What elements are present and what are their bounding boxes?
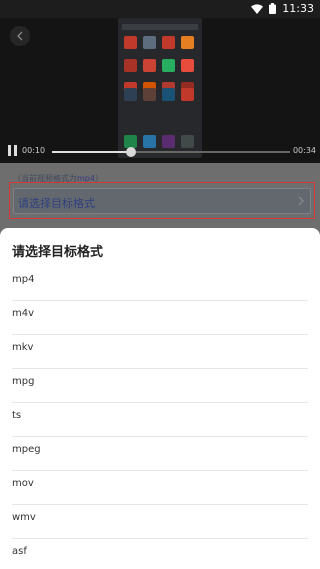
target-format-select[interactable]: 请选择目标格式: [13, 188, 311, 214]
chevron-left-icon: [17, 31, 23, 41]
status-bar: 11:33: [0, 0, 320, 18]
target-format-select-label: 请选择目标格式: [18, 197, 95, 210]
video-frame-app-grid-2: [124, 88, 194, 101]
status-time: 11:33: [282, 2, 314, 15]
chevron-right-icon: [298, 196, 304, 206]
seek-bar-fill: [52, 151, 131, 153]
status-icons: 11:33: [251, 2, 314, 15]
format-option-mpeg[interactable]: mpeg: [12, 437, 308, 471]
total-time: 00:34: [292, 146, 316, 155]
video-player[interactable]: 00:10 00:34: [0, 18, 320, 163]
format-option-mov[interactable]: mov: [12, 471, 308, 505]
format-option-mpg[interactable]: mpg: [12, 369, 308, 403]
pause-icon[interactable]: [7, 145, 19, 157]
format-option-m4v[interactable]: m4v: [12, 301, 308, 335]
seek-bar[interactable]: [52, 147, 290, 157]
format-option-wmv[interactable]: wmv: [12, 505, 308, 539]
video-frame: [118, 18, 202, 158]
format-picker-sheet: 请选择目标格式 mp4 m4v mkv mpg ts mpeg mov wmv …: [0, 228, 320, 569]
video-frame-app-grid: [124, 36, 194, 95]
seek-bar-thumb[interactable]: [125, 147, 136, 157]
format-option-ts[interactable]: ts: [12, 403, 308, 437]
sheet-title: 请选择目标格式: [12, 245, 104, 260]
wifi-icon: [251, 3, 264, 14]
video-frame-search-bar: [122, 24, 198, 30]
format-option-mkv[interactable]: mkv: [12, 335, 308, 369]
playback-controls: 00:10 00:34: [0, 144, 320, 160]
current-time: 00:10: [22, 146, 46, 155]
format-option-asf[interactable]: asf: [12, 539, 308, 569]
back-button[interactable]: [10, 26, 30, 46]
battery-icon: [269, 3, 277, 14]
format-option-mp4[interactable]: mp4: [12, 267, 308, 301]
